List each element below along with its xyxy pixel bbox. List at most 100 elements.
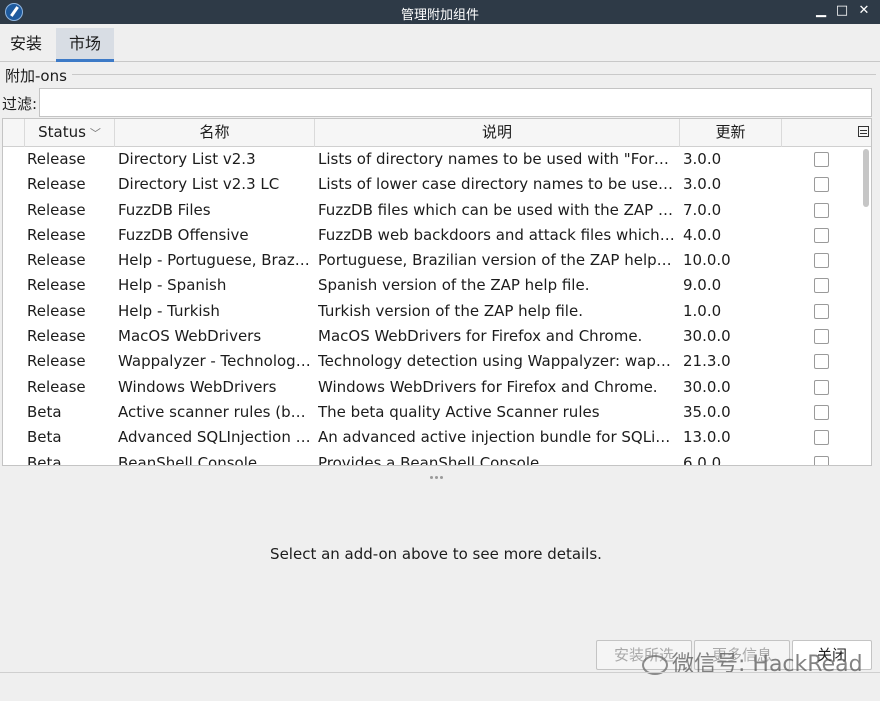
row-status: Release xyxy=(27,150,86,168)
row-description: MacOS WebDrivers for Firefox and Chrome. xyxy=(318,327,643,346)
scrollbar-thumb[interactable] xyxy=(863,149,869,207)
row-version: 4.0.0 xyxy=(683,225,722,244)
vertical-scrollbar[interactable] xyxy=(862,149,870,465)
header-status-label: Status xyxy=(38,123,86,141)
row-select-checkbox[interactable] xyxy=(814,430,829,446)
header-description[interactable]: 说明 xyxy=(315,119,680,147)
row-version: 1.0.0 xyxy=(683,301,722,320)
split-handle[interactable] xyxy=(430,465,446,479)
row-version: 6.0.0 xyxy=(683,453,722,466)
tab-installed[interactable]: 安装 xyxy=(0,28,52,62)
row-status: Release xyxy=(27,225,86,244)
row-select-checkbox[interactable] xyxy=(814,455,829,465)
row-version: 10.0.0 xyxy=(683,251,731,270)
header-update[interactable]: 更新 xyxy=(680,119,782,147)
row-version: 9.0.0 xyxy=(683,276,722,295)
row-status: Release xyxy=(27,301,86,320)
row-name: Wappalyzer - Technology Detection xyxy=(118,352,312,371)
watermark: 微信号: HackRead xyxy=(642,646,863,678)
row-description: Provides a BeanShell Console xyxy=(318,453,540,466)
tab-bar: 安装 市场 xyxy=(0,28,880,62)
table-row[interactable]: Beta Active scanner rules (beta) The beta … xyxy=(3,400,861,425)
row-description: Lists of lower case directory names to b… xyxy=(318,175,675,194)
row-description: Portuguese, Brazilian version of the ZAP… xyxy=(318,251,675,270)
row-select-checkbox[interactable] xyxy=(814,177,829,193)
maximize-icon[interactable]: □ xyxy=(833,2,851,20)
group-divider xyxy=(72,74,876,75)
row-select-checkbox[interactable] xyxy=(814,253,829,269)
row-name: Windows WebDrivers xyxy=(118,377,277,396)
bottom-divider xyxy=(0,672,880,673)
title-bar: 管理附加组件 ▁ □ ✕ xyxy=(0,0,880,24)
header-name[interactable]: 名称 xyxy=(115,119,315,147)
addons-group-title: 附加-ons xyxy=(5,67,67,85)
row-version: 7.0.0 xyxy=(683,200,722,219)
row-description: Spanish version of the ZAP help file. xyxy=(318,276,590,295)
row-select-checkbox[interactable] xyxy=(814,379,829,395)
table-row[interactable]: Release Help - Portuguese, Brazilian Portu… xyxy=(3,248,861,273)
row-status: Release xyxy=(27,352,86,371)
watermark-text: 微信号: HackRead xyxy=(672,652,863,677)
details-placeholder: Select an add-on above to see more detai… xyxy=(270,545,602,563)
row-status: Release xyxy=(27,200,86,219)
column-chooser-icon[interactable] xyxy=(858,126,869,137)
row-description: An advanced active injection bundle for … xyxy=(318,428,675,447)
row-version: 13.0.0 xyxy=(683,428,731,447)
row-select-checkbox[interactable] xyxy=(814,202,829,218)
row-status: Release xyxy=(27,327,86,346)
row-status: Release xyxy=(27,251,86,270)
row-description: FuzzDB web backdoors and attack files wh… xyxy=(318,225,675,244)
row-version: 35.0.0 xyxy=(683,402,731,421)
table-row[interactable]: Beta BeanShell Console Provides a BeanShel… xyxy=(3,451,861,466)
row-description: Turkish version of the ZAP help file. xyxy=(318,301,583,320)
table-row[interactable]: Release FuzzDB Offensive FuzzDB web backdo… xyxy=(3,223,861,248)
filter-input[interactable] xyxy=(39,88,872,117)
table-row[interactable]: Beta Advanced SQLInjection Scanner An adva… xyxy=(3,425,861,450)
table-row[interactable]: Release Help - Spanish Spanish version of … xyxy=(3,273,861,298)
row-select-checkbox[interactable] xyxy=(814,152,829,167)
minimize-icon[interactable]: ▁ xyxy=(812,2,830,20)
table-row[interactable]: Release Directory List v2.3 LC Lists of lo… xyxy=(3,172,861,197)
table-row[interactable]: Release MacOS WebDrivers MacOS WebDrivers … xyxy=(3,324,861,349)
tab-marketplace[interactable]: 市场 xyxy=(56,28,114,62)
row-status: Release xyxy=(27,377,86,396)
row-name: MacOS WebDrivers xyxy=(118,327,262,346)
table-row[interactable]: Release Help - Turkish Turkish version of … xyxy=(3,299,861,324)
row-select-checkbox[interactable] xyxy=(814,354,829,370)
row-description: Technology detection using Wappalyzer: w… xyxy=(318,352,675,371)
header-status[interactable]: Status ﹀ xyxy=(25,119,115,147)
table-row[interactable]: Release Directory List v2.3 Lists of direc… xyxy=(3,147,861,172)
row-name: Directory List v2.3 xyxy=(118,150,256,168)
row-select-checkbox[interactable] xyxy=(814,404,829,420)
filter-label: 过滤: xyxy=(2,95,38,113)
row-version: 30.0.0 xyxy=(683,327,731,346)
header-spacer xyxy=(3,119,25,147)
row-status: Beta xyxy=(27,453,62,466)
sort-chevron-down-icon: ﹀ xyxy=(89,127,101,140)
table-row[interactable]: Release FuzzDB Files FuzzDB files which ca… xyxy=(3,198,861,223)
close-window-icon[interactable]: ✕ xyxy=(855,2,873,20)
row-status: Release xyxy=(27,175,86,194)
row-status: Beta xyxy=(27,428,62,447)
row-name: FuzzDB Files xyxy=(118,200,211,219)
table-row[interactable]: Release Wappalyzer - Technology Detection… xyxy=(3,349,861,374)
row-select-checkbox[interactable] xyxy=(814,227,829,243)
row-description: Windows WebDrivers for Firefox and Chrom… xyxy=(318,377,658,396)
row-name: FuzzDB Offensive xyxy=(118,225,249,244)
table-header: Status ﹀ 名称 说明 更新 xyxy=(3,119,871,147)
row-name: Directory List v2.3 LC xyxy=(118,175,280,194)
row-select-checkbox[interactable] xyxy=(814,278,829,294)
row-version: 3.0.0 xyxy=(683,175,722,194)
row-select-checkbox[interactable] xyxy=(814,329,829,345)
table-row[interactable]: Release Windows WebDrivers Windows WebDriv… xyxy=(3,375,861,400)
row-status: Beta xyxy=(27,402,62,421)
row-name: Help - Spanish xyxy=(118,276,227,295)
row-version: 21.3.0 xyxy=(683,352,731,371)
row-name: Help - Turkish xyxy=(118,301,220,320)
row-select-checkbox[interactable] xyxy=(814,303,829,319)
row-version: 3.0.0 xyxy=(683,150,722,168)
row-name: BeanShell Console xyxy=(118,453,258,466)
table-body: Release Directory List v2.3 Lists of direc… xyxy=(3,147,861,466)
row-name: Advanced SQLInjection Scanner xyxy=(118,428,312,447)
window-title: 管理附加组件 xyxy=(400,8,479,23)
